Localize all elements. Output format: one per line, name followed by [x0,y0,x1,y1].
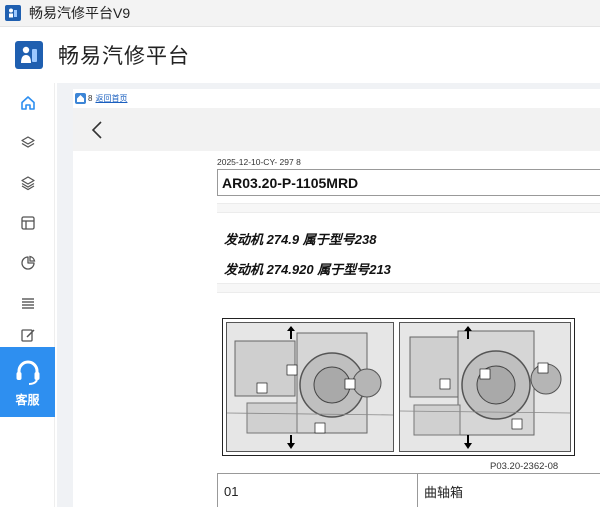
pie-chart-icon [20,255,35,270]
document-number-text: AR03.20-P-1105MRD [222,174,359,191]
sidebar-item-layers[interactable] [0,123,55,163]
breadcrumb-number: 8 [88,94,93,103]
divider [217,203,600,213]
back-home-link[interactable]: 返回首页 [95,93,127,104]
brand-title: 畅易汽修平台 [58,45,190,68]
customer-service-button[interactable]: 客服 [0,347,55,417]
sidebar-item-layout[interactable] [0,203,55,243]
chevron-left-icon [91,120,102,139]
app-header: 畅易汽修平台 [0,27,600,83]
list-icon [21,298,34,309]
sidebar-item-list[interactable] [0,283,55,323]
sidebar-item-layers-alt[interactable] [0,163,55,203]
back-button[interactable] [87,115,107,145]
home-icon [20,96,35,110]
part-code: 01 [217,474,418,507]
document-id: 2025-12-10-CY- 297 8 [217,157,301,167]
sidebar-item-edit[interactable] [0,323,55,347]
window-titlebar: 畅易汽修平台V9 [0,0,600,27]
document-card: 8 返回首页 2025-12-10-CY- 297 8 AR03.20-P-11… [73,89,600,507]
breadcrumb-home-icon[interactable] [75,93,86,104]
headset-icon [16,360,39,385]
engine-line-2: 发动机 274.920 属于型号213 [224,262,391,277]
breadcrumb: 8 返回首页 [73,89,600,108]
parts-table: 01 曲轴箱 [217,473,600,507]
app-icon [5,5,21,21]
document-number: AR03.20-P-1105MRD [217,169,600,196]
table-row: 01 曲轴箱 [217,474,600,507]
figure-code: P03.20-2362-08 [490,461,559,472]
layers-icon [20,136,35,148]
sidebar-item-chart[interactable] [0,243,55,283]
layers-alt-icon [20,176,35,191]
back-bar [73,108,600,151]
sidebar-item-home[interactable] [0,83,55,123]
engine-line-1: 发动机 274.9 属于型号238 [224,232,377,247]
edit-icon [20,329,35,342]
layout-icon [20,216,35,230]
brand-logo-icon [15,41,43,69]
sidebar: 客服 [0,83,55,507]
engine-diagram-left-panel [226,322,394,452]
window-title: 畅易汽修平台V9 [29,5,131,21]
customer-service-label: 客服 [15,392,40,407]
engine-diagram-right-panel [399,322,571,452]
main-content: 8 返回首页 2025-12-10-CY- 297 8 AR03.20-P-11… [57,83,600,507]
part-name: 曲轴箱 [424,484,464,500]
engine-diagram [222,318,575,456]
divider [217,283,600,293]
